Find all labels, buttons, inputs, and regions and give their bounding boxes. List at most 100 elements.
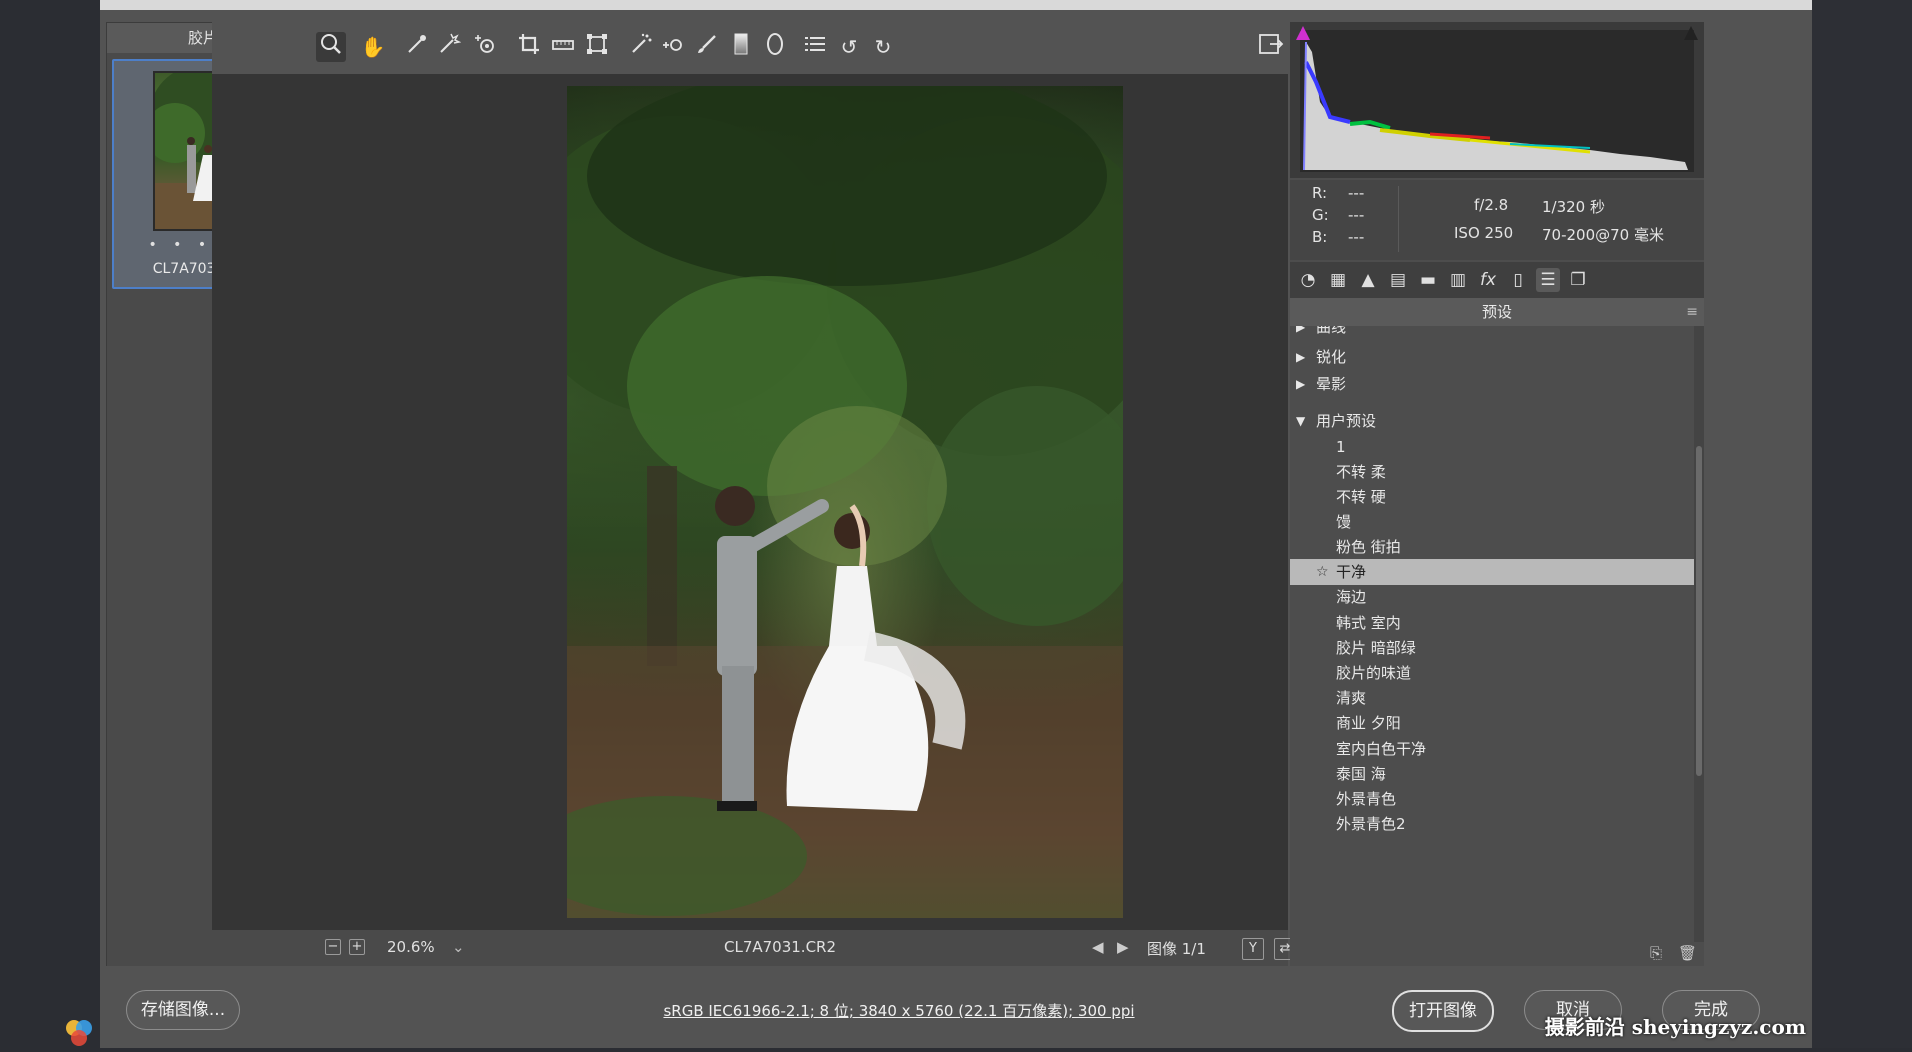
tab-presets-icon[interactable]: ☰: [1536, 268, 1560, 292]
aperture-value: f/2.8: [1474, 196, 1509, 214]
next-image-icon[interactable]: ▶: [1117, 938, 1129, 956]
before-after-y-button[interactable]: Y: [1242, 938, 1264, 960]
presets-menu-icon[interactable]: ≡: [1686, 304, 1698, 320]
preset-label: 外景青色2: [1336, 815, 1406, 833]
preset-item[interactable]: 不转 硬: [1290, 484, 1694, 510]
preset-item[interactable]: 泰国 海: [1290, 761, 1694, 787]
target-adjust-icon[interactable]: [470, 32, 500, 62]
r-label: R:: [1312, 184, 1328, 202]
desktop-background-right: [1812, 0, 1912, 1048]
preset-item[interactable]: 韩式 室内: [1290, 610, 1694, 636]
collapsed-triangle-icon[interactable]: ▶: [1296, 344, 1305, 370]
favorite-star-icon[interactable]: ☆: [1316, 559, 1329, 585]
collapsed-triangle-icon[interactable]: ▶: [1296, 326, 1305, 340]
rotate-right-icon[interactable]: ↻: [868, 32, 898, 62]
image-counter: 图像 1/1: [1147, 940, 1206, 958]
preset-group[interactable]: ▶ 晕影: [1290, 371, 1694, 397]
expanded-triangle-icon[interactable]: ▼: [1296, 408, 1305, 434]
preset-label: 商业 夕阳: [1336, 714, 1401, 732]
previous-image-icon[interactable]: ◀: [1092, 938, 1104, 956]
tab-lens-icon[interactable]: ▥: [1446, 268, 1470, 292]
preset-item[interactable]: 馒: [1290, 509, 1694, 535]
preset-item[interactable]: 清爽: [1290, 685, 1694, 711]
b-value: ---: [1348, 228, 1365, 246]
red-eye-icon[interactable]: [658, 32, 688, 62]
rotate-left-icon[interactable]: ↺: [834, 32, 864, 62]
save-image-button[interactable]: 存储图像...: [126, 990, 240, 1030]
preset-item[interactable]: 外景青色2: [1290, 811, 1694, 837]
b-label: B:: [1312, 228, 1328, 246]
dialog-footer: 存储图像... sRGB IEC61966-2.1; 8 位; 3840 x 5…: [100, 966, 1812, 1048]
preset-item[interactable]: 海边: [1290, 584, 1694, 610]
preset-label: 锐化: [1316, 348, 1347, 366]
zoom-level[interactable]: 20.6%: [387, 938, 435, 956]
graduated-filter-icon[interactable]: [726, 32, 756, 62]
preset-label: 曲线: [1316, 326, 1347, 336]
preset-label: 泰国 海: [1336, 765, 1386, 783]
crop-icon[interactable]: [514, 32, 544, 62]
preset-item[interactable]: 胶片 暗部绿: [1290, 635, 1694, 661]
tab-effects-icon[interactable]: fx: [1476, 268, 1500, 292]
info-divider: [1398, 186, 1399, 252]
white-balance-icon[interactable]: [402, 32, 432, 62]
tab-split-toning-icon[interactable]: ▬: [1416, 268, 1440, 292]
iso-value: ISO 250: [1454, 224, 1514, 242]
preset-label: 外景青色: [1336, 790, 1397, 808]
radial-filter-icon[interactable]: [760, 32, 790, 62]
tab-snapshots-icon[interactable]: ❐: [1566, 268, 1590, 292]
preset-item[interactable]: 商业 夕阳: [1290, 710, 1694, 736]
preset-item[interactable]: 1: [1290, 434, 1694, 460]
tool-bar: ✋ ↺ ↻: [212, 22, 1288, 74]
preset-item[interactable]: 胶片的味道: [1290, 660, 1694, 686]
preset-label: 不转 硬: [1336, 488, 1386, 506]
adjustment-brush-icon[interactable]: [692, 32, 722, 62]
preferences-icon[interactable]: [800, 32, 830, 62]
tab-detail-icon[interactable]: ▲: [1356, 268, 1380, 292]
preview-status-bar: − + 20.6% ⌄ CL7A7031.CR2 ◀ ▶ 图像 1/1 Y ⇄ …: [212, 930, 1349, 966]
transform-icon[interactable]: [582, 32, 612, 62]
histogram: [1290, 22, 1704, 178]
new-preset-icon[interactable]: ⎘: [1650, 944, 1662, 962]
image-info: R: --- G: --- B: --- f/2.8 1/320 秒 ISO 2…: [1290, 180, 1704, 260]
preset-item[interactable]: 不转 柔: [1290, 459, 1694, 485]
spot-removal-icon[interactable]: [626, 32, 656, 62]
presets-actions: ⎘ 🗑: [1290, 942, 1704, 966]
zoom-dropdown-chevron-icon[interactable]: ⌄: [452, 938, 465, 956]
preset-label: 韩式 室内: [1336, 614, 1401, 632]
shutter-value: 1/320 秒: [1542, 198, 1605, 216]
photo-preview[interactable]: [567, 86, 1123, 918]
preset-item[interactable]: 粉色 街拍: [1290, 534, 1694, 560]
tab-basic-icon[interactable]: ◔: [1296, 268, 1320, 292]
right-panel: R: --- G: --- B: --- f/2.8 1/320 秒 ISO 2…: [1290, 22, 1704, 966]
fullscreen-icon[interactable]: [1256, 32, 1286, 62]
preset-group[interactable]: ▶ 曲线: [1290, 326, 1694, 340]
tab-tone-curve-icon[interactable]: ▦: [1326, 268, 1350, 292]
preset-item[interactable]: 室内白色干净: [1290, 736, 1694, 762]
hand-icon[interactable]: ✋: [358, 32, 388, 62]
zoom-out-button[interactable]: −: [325, 939, 341, 955]
scrollbar-thumb[interactable]: [1696, 446, 1702, 776]
preset-item[interactable]: ☆ 干净: [1290, 559, 1694, 585]
straighten-icon[interactable]: [548, 32, 578, 62]
window-titlebar: [100, 0, 1812, 10]
tab-hsl-icon[interactable]: ▤: [1386, 268, 1410, 292]
color-sampler-icon[interactable]: [434, 32, 464, 62]
preset-item[interactable]: 外景青色: [1290, 786, 1694, 812]
preset-group[interactable]: ▼ 用户预设: [1290, 408, 1694, 434]
delete-preset-icon[interactable]: 🗑: [1678, 944, 1697, 962]
app-logo-icon: [64, 1018, 94, 1048]
image-preview-area[interactable]: [212, 74, 1288, 930]
zoom-in-button[interactable]: +: [349, 939, 365, 955]
preview-filename: CL7A7031.CR2: [724, 938, 837, 956]
presets-scrollbar[interactable]: [1694, 326, 1704, 942]
preset-label: 胶片的味道: [1336, 664, 1412, 682]
preset-group[interactable]: ▶ 锐化: [1290, 344, 1694, 370]
zoom-icon[interactable]: [316, 32, 346, 62]
preset-label: 用户预设: [1316, 412, 1377, 430]
workflow-options-link[interactable]: sRGB IEC61966-2.1; 8 位; 3840 x 5760 (22.…: [644, 1000, 1154, 1021]
tab-calibration-icon[interactable]: ▯: [1506, 268, 1530, 292]
preset-label: 海边: [1336, 588, 1367, 606]
lens-value: 70-200@70 毫米: [1542, 226, 1664, 244]
collapsed-triangle-icon[interactable]: ▶: [1296, 371, 1305, 397]
open-image-button[interactable]: 打开图像: [1392, 990, 1494, 1032]
